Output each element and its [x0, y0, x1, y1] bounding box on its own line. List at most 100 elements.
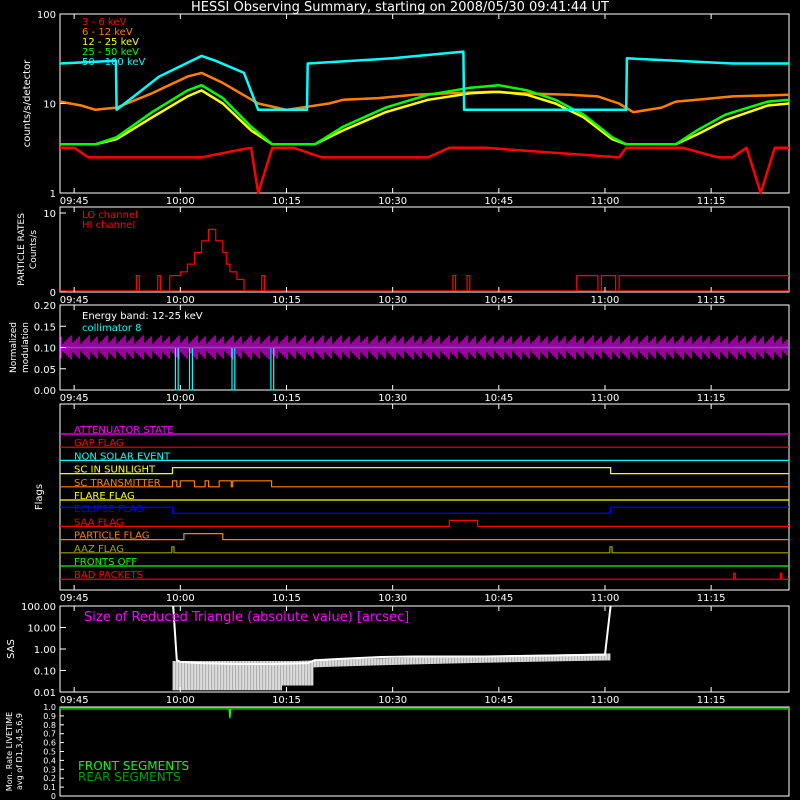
sas-x-tick-label: 10:15	[272, 695, 301, 706]
particle-x-tick-label: 10:30	[378, 295, 407, 306]
flag-line	[60, 519, 789, 528]
particle-series-line	[60, 228, 789, 292]
modulation-x-tick-label: 10:45	[484, 393, 513, 404]
sas-y-tick-label: 10.00	[27, 624, 56, 635]
flags-x-tick-label: 10:15	[272, 593, 301, 604]
rates-x-tick-label: 11:15	[697, 196, 726, 207]
modulation-x-tick-label: 10:15	[272, 393, 301, 404]
rates-y-label: counts/s/detector	[22, 59, 33, 147]
particle-x-tick-label: 10:45	[484, 295, 513, 306]
sas-x-tick-label: 09:45	[60, 695, 89, 706]
sas-y-tick-label: 100.00	[21, 602, 56, 613]
rates-frame	[59, 13, 790, 194]
sas-x-tick-label: 10:30	[378, 695, 407, 706]
modulation-x-tick-label: 10:30	[378, 393, 407, 404]
sas-legend-entry: Size of Reduced Triangle (absolute value…	[84, 610, 409, 625]
flag-line	[60, 480, 789, 488]
particle-x-tick-label: 10:00	[166, 295, 195, 306]
flag-label: ATTENUATOR STATE	[74, 425, 174, 436]
modulation-y-tick-label: 0.10	[34, 344, 56, 355]
flags-x-tick-label: 10:45	[484, 593, 513, 604]
flag-label: AAZ FLAG	[74, 544, 124, 555]
modulation-x-tick-label: 09:45	[60, 393, 89, 404]
flag-line	[60, 506, 789, 514]
sas-y-tick-label: 0.10	[34, 667, 56, 678]
particle-x-tick-label: 11:15	[697, 295, 726, 306]
modulation-x-tick-label: 11:00	[591, 393, 620, 404]
flag-label: ECLIPSE FLAG	[74, 504, 144, 515]
rates-y-tick-label: 100	[37, 10, 56, 21]
livetime-y-tick-label: 0.2	[43, 774, 56, 783]
livetime-series-line	[60, 708, 789, 719]
flag-label: GAP FLAG	[74, 438, 124, 449]
rates-x-tick-label: 10:45	[484, 196, 513, 207]
particle-x-tick-label: 09:45	[60, 295, 89, 306]
modulation-y-tick-label: 0.20	[34, 301, 56, 312]
rates-y-tick-label: 1	[50, 189, 56, 200]
flag-label: PARTICLE FLAG	[74, 531, 150, 542]
flag-label: SC TRANSMITTER	[74, 478, 161, 489]
particle-x-tick-label: 10:15	[272, 295, 301, 306]
modulation-x-tick-label: 10:00	[166, 393, 195, 404]
livetime-y-tick-label: 0	[51, 792, 56, 800]
modulation-y-label: Normalized	[9, 322, 19, 373]
particle-y-label: PARTICLE RATES	[17, 213, 27, 286]
flag-label: NON SOLAR EVENT	[74, 451, 171, 462]
rates-series-line	[60, 89, 790, 146]
rates-x-tick-label: 09:45	[60, 196, 89, 207]
flag-line	[60, 532, 789, 541]
livetime-y-tick-label: 0.4	[43, 756, 56, 765]
sas-y-tick-label: 1.00	[34, 645, 56, 656]
livetime-y-tick-label: 0.7	[43, 730, 56, 739]
rates-x-tick-label: 11:00	[591, 196, 620, 207]
particle-y-label: Counts/s	[29, 230, 39, 269]
livetime-y-tick-label: 0.8	[43, 721, 56, 730]
modulation-legend-entry: Energy band: 12-25 keV	[82, 311, 203, 322]
flag-line	[60, 572, 789, 580]
livetime-y-tick-label: 0.9	[43, 712, 56, 721]
rates-legend-entry: 50 - 100 keV	[82, 57, 146, 68]
livetime-y-tick-label: 0.3	[43, 765, 56, 774]
rates-x-tick-label: 10:15	[272, 196, 301, 207]
particle-y-tick-label: 0	[50, 288, 56, 299]
flag-line	[60, 467, 789, 475]
rates-series-line	[60, 146, 789, 195]
flags-x-tick-label: 10:30	[378, 593, 407, 604]
flag-label: FRONTS OFF	[74, 557, 137, 568]
modulation-x-tick-label: 11:15	[697, 393, 726, 404]
livetime-y-tick-label: 0.5	[43, 748, 56, 757]
flags-x-tick-label: 11:00	[591, 593, 620, 604]
modulation-y-tick-label: 0.15	[34, 322, 56, 333]
flag-label: FLARE FLAG	[74, 491, 135, 502]
sas-x-tick-label: 10:00	[166, 695, 195, 706]
rates-y-tick-label: 10	[43, 100, 56, 111]
flags-x-tick-label: 10:00	[166, 593, 195, 604]
sas-y-tick-label: 0.01	[34, 688, 56, 699]
flag-label: BAD PACKETS	[74, 570, 143, 581]
livetime-y-label: Mon. Rate LIVETIME	[5, 712, 14, 791]
modulation-y-tick-label: 0.05	[34, 365, 56, 376]
flags-y-label: Flags	[34, 484, 45, 510]
sas-x-tick-label: 11:00	[591, 695, 620, 706]
particle-y-tick-label: 10	[43, 209, 56, 220]
flags-x-tick-label: 11:15	[697, 593, 726, 604]
sas-y-label: SAS	[6, 639, 17, 659]
rates-x-tick-label: 10:00	[166, 196, 195, 207]
flag-label: SC IN SUNLIGHT	[74, 465, 156, 476]
modulation-y-label: modulation	[21, 322, 31, 373]
flags-x-tick-label: 09:45	[60, 593, 89, 604]
livetime-legend-entry: REAR SEGMENTS	[78, 770, 181, 784]
livetime-y-tick-label: 0.1	[43, 783, 56, 792]
sas-x-tick-label: 10:45	[484, 695, 513, 706]
observing-summary-plot: 3 - 6 keV6 - 12 keV12 - 25 keV25 - 50 ke…	[5, 10, 790, 800]
modulation-legend-entry: collimator 8	[82, 323, 142, 334]
flag-line	[60, 546, 789, 554]
rates-x-tick-label: 10:30	[378, 196, 407, 207]
particle-legend-entry: HI channel	[82, 220, 135, 231]
particle-x-tick-label: 11:00	[591, 295, 620, 306]
modulation-y-tick-label: 0.00	[34, 386, 56, 397]
livetime-y-label: avg of D1,3,4,5,6,9	[15, 713, 24, 790]
flag-label: SAA FLAG	[74, 517, 124, 528]
livetime-y-tick-label: 1.0	[43, 703, 56, 712]
sas-x-tick-label: 11:15	[697, 695, 726, 706]
